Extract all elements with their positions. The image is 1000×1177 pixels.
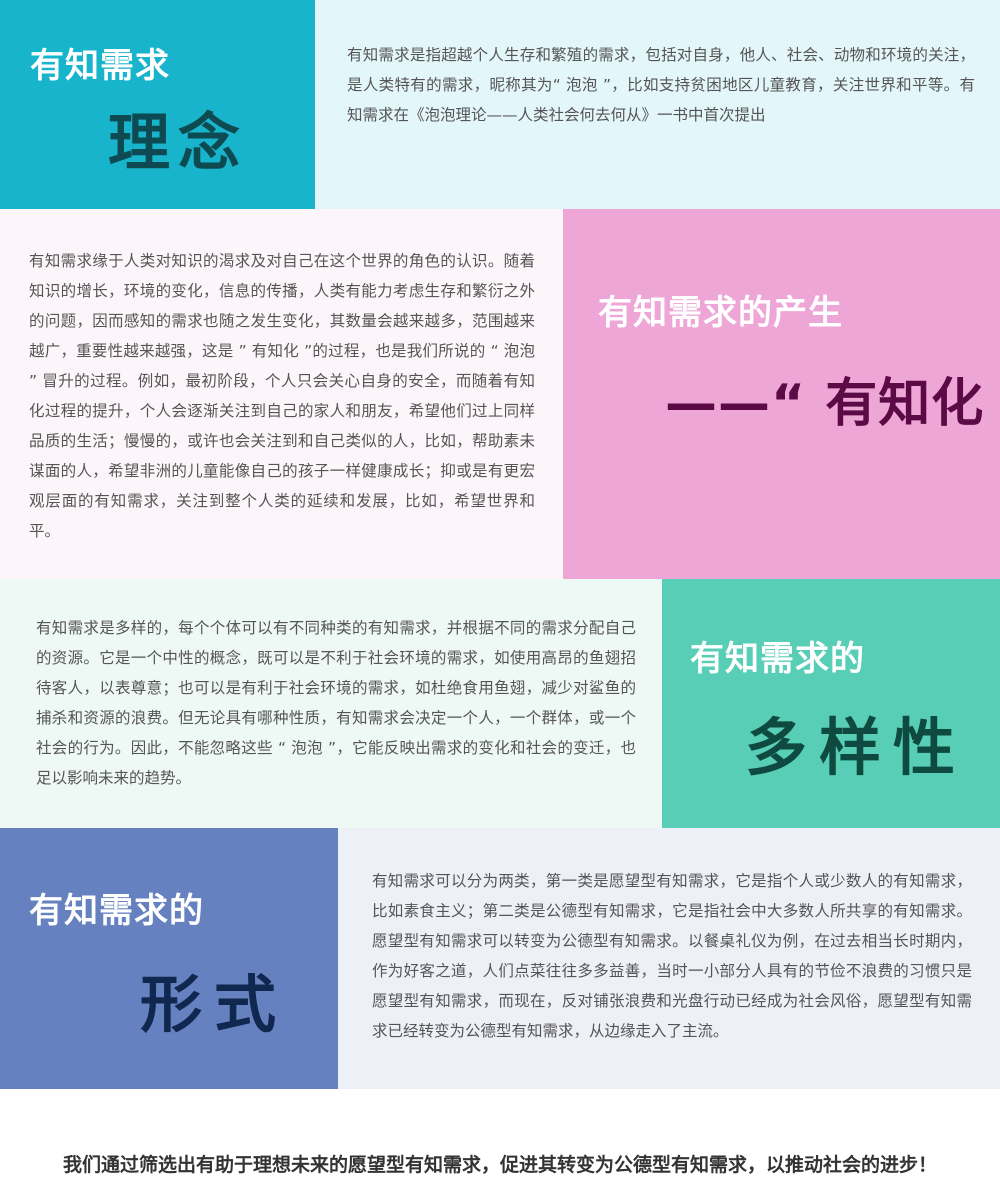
- origin-section: 有知需求缘于人类对知识的渴求及对自己在这个世界的角色的认识。随着知识的增长，环境…: [0, 209, 1000, 579]
- closing-statement: 我们通过筛选出有助于理想未来的愿望型有知需求，促进其转变为公德型有知需求，以推动…: [62, 1154, 937, 1176]
- diversity-section: 有知需求是多样的，每个个体可以有不同种类的有知需求，并根据不同的需求分配自己的资…: [0, 579, 1000, 828]
- diversity-heading-small: 有知需求的: [690, 639, 865, 679]
- forms-heading-large: 形式: [140, 968, 289, 1041]
- concept-title-tile: 有知需求 理念: [0, 0, 315, 209]
- concept-heading-large: 理念: [108, 106, 249, 179]
- origin-heading-large: ——“ 有知化 ”: [665, 374, 1000, 434]
- concept-paragraph: 有知需求是指超越个人生存和繁殖的需求，包括对自身，他人、社会、动物和环境的关注，…: [347, 46, 975, 124]
- closing-section: 我们通过筛选出有助于理想未来的愿望型有知需求，促进其转变为公德型有知需求，以推动…: [0, 1089, 1000, 1176]
- origin-paragraph: 有知需求缘于人类对知识的渴求及对自己在这个世界的角色的认识。随着知识的增长，环境…: [29, 252, 535, 540]
- forms-section: 有知需求的 形式 有知需求可以分为两类，第一类是愿望型有知需求，它是指个人或少数…: [0, 828, 1000, 1089]
- diversity-heading-large: 多样性: [745, 711, 968, 784]
- forms-heading-small: 有知需求的: [29, 891, 204, 931]
- concept-section: 有知需求 理念 有知需求是指超越个人生存和繁殖的需求，包括对自身，他人、社会、动…: [0, 0, 1000, 209]
- origin-heading-small: 有知需求的产生: [598, 293, 843, 333]
- forms-paragraph: 有知需求可以分为两类，第一类是愿望型有知需求，它是指个人或少数人的有知需求，比如…: [372, 872, 972, 1040]
- concept-heading-small: 有知需求: [30, 46, 170, 86]
- diversity-paragraph: 有知需求是多样的，每个个体可以有不同种类的有知需求，并根据不同的需求分配自己的资…: [36, 619, 636, 787]
- forms-title-tile: 有知需求的 形式: [0, 828, 338, 1089]
